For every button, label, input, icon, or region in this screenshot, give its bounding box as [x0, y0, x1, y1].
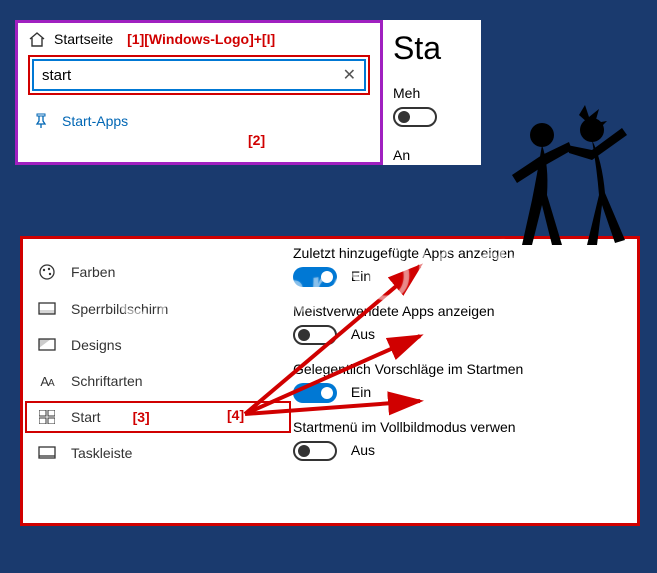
- sidebar: Farben Sperrbildschirm Designs AA Schrif…: [23, 239, 293, 523]
- toggle-state: Ein: [351, 268, 371, 284]
- annotation-3: [3]: [133, 409, 150, 425]
- settings-column: Zuletzt hinzugefügte Apps anzeigen Ein M…: [293, 239, 637, 523]
- lockscreen-icon: [37, 302, 57, 316]
- setting-label-partial: Meh: [393, 85, 471, 101]
- extra-partial: An: [393, 147, 471, 163]
- sidebar-item-label: Taskleiste: [71, 445, 132, 461]
- sidebar-item-label: Designs: [71, 337, 122, 353]
- settings-search-panel: Startseite [1][Windows-Logo]+[I] ✕ Start…: [15, 20, 383, 165]
- search-highlight-box: ✕: [28, 55, 370, 95]
- setting-label: Meistverwendete Apps anzeigen: [293, 303, 633, 319]
- toggle-partial[interactable]: [393, 107, 471, 127]
- palette-icon: [37, 263, 57, 281]
- sidebar-item-label: Sperrbildschirm: [71, 301, 168, 317]
- designs-icon: [37, 338, 57, 352]
- annotation-2: [2]: [248, 132, 265, 148]
- fonts-icon: AA: [37, 374, 57, 389]
- search-input[interactable]: [42, 67, 343, 84]
- annotation-4: [4]: [227, 407, 244, 423]
- sidebar-item-farben[interactable]: Farben: [23, 253, 293, 291]
- annotation-1: [1][Windows-Logo]+[I]: [127, 31, 275, 47]
- toggle-state: Aus: [351, 326, 375, 342]
- toggle-suggestions[interactable]: [293, 383, 337, 403]
- toggle-state: Ein: [351, 384, 371, 400]
- sidebar-item-label: Start: [71, 409, 101, 425]
- setting-label: Zuletzt hinzugefügte Apps anzeigen: [293, 245, 633, 261]
- sidebar-item-label: Schriftarten: [71, 373, 143, 389]
- page-title-partial: Sta: [393, 30, 471, 67]
- breadcrumb-label[interactable]: Startseite: [54, 31, 113, 47]
- search-box[interactable]: ✕: [32, 59, 366, 91]
- sidebar-item-start[interactable]: Start [3]: [23, 399, 293, 435]
- sidebar-item-sperrbildschirm[interactable]: Sperrbildschirm: [23, 291, 293, 327]
- setting-label: Gelegentlich Vorschläge im Startmen: [293, 361, 633, 377]
- setting-most-used: Meistverwendete Apps anzeigen Aus: [293, 303, 637, 345]
- setting-recent-apps: Zuletzt hinzugefügte Apps anzeigen Ein: [293, 245, 637, 287]
- start-icon: [37, 410, 57, 424]
- setting-fullscreen: Startmenü im Vollbildmodus verwen Aus: [293, 419, 637, 461]
- sidebar-item-schriftarten[interactable]: AA Schriftarten: [23, 363, 293, 399]
- home-icon[interactable]: [28, 31, 46, 47]
- sidebar-item-designs[interactable]: Designs: [23, 327, 293, 363]
- search-suggestion[interactable]: Start-Apps: [18, 103, 380, 139]
- pin-icon: [34, 113, 48, 129]
- toggle-most-used[interactable]: [293, 325, 337, 345]
- toggle-recent-apps[interactable]: [293, 267, 337, 287]
- clear-icon[interactable]: ✕: [343, 65, 356, 85]
- breadcrumb: Startseite [1][Windows-Logo]+[I]: [18, 23, 380, 55]
- setting-suggestions: Gelegentlich Vorschläge im Startmen Ein: [293, 361, 637, 403]
- taskbar-icon: [37, 446, 57, 460]
- setting-label: Startmenü im Vollbildmodus verwen: [293, 419, 633, 435]
- start-settings-panel: Farben Sperrbildschirm Designs AA Schrif…: [20, 236, 640, 526]
- suggestion-label: Start-Apps: [62, 113, 128, 129]
- start-heading-peek: Sta Meh An: [383, 20, 481, 165]
- sidebar-item-label: Farben: [71, 264, 115, 280]
- sidebar-item-taskleiste[interactable]: Taskleiste: [23, 435, 293, 471]
- toggle-state: Aus: [351, 442, 375, 458]
- toggle-fullscreen[interactable]: [293, 441, 337, 461]
